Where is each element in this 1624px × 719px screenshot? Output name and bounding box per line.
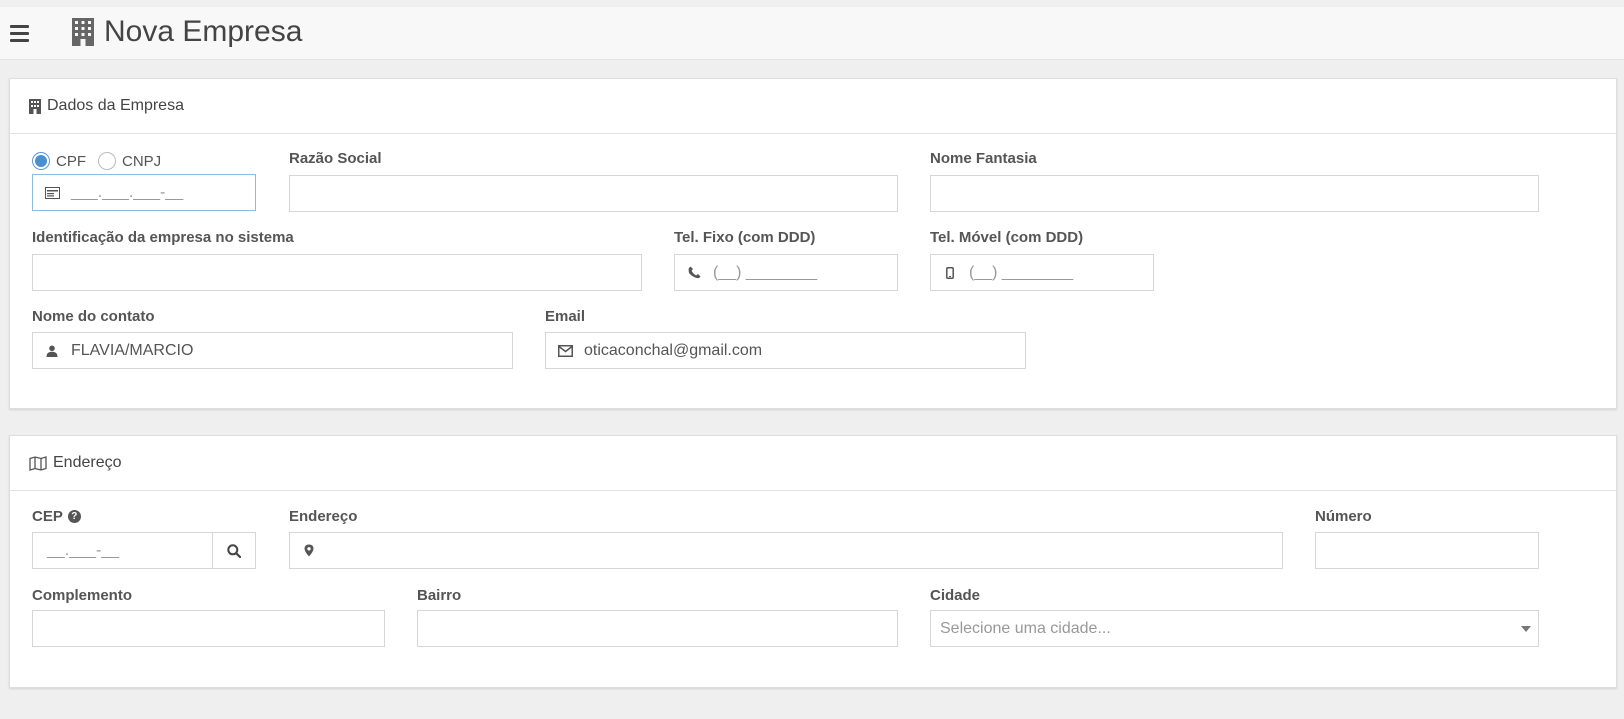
cidade-label: Cidade [930,587,981,604]
id-card-icon [33,186,71,199]
map-icon [29,455,47,471]
help-icon[interactable]: ? [67,510,81,523]
tel-fixo-input[interactable]: (__) ________ [674,254,898,291]
cep-input[interactable]: __.___-__ [32,532,256,569]
complemento-label: Complemento [32,587,133,604]
panel-title: Endereço [53,454,122,471]
search-icon [227,543,241,558]
numero-input[interactable] [1315,532,1539,569]
email-label: Email [545,308,586,325]
top-bar: Nova Empresa [0,7,1624,60]
nome-contato-label: Nome do contato [32,308,155,325]
endereco-input[interactable] [289,532,1283,569]
cpf-radio[interactable] [32,152,50,170]
panel-header: Endereço [10,436,1616,491]
building-icon [72,18,94,46]
tel-movel-input[interactable]: (__) ________ [930,254,1154,291]
cep-label-text: CEP [32,508,63,525]
cpf-radio-label: CPF [56,152,86,170]
building-icon [29,98,41,114]
address-panel: Endereço CEP ? __.___-__ Endereço Número… [9,435,1617,688]
panel-title: Dados da Empresa [47,97,184,114]
page-title: Nova Empresa [72,15,302,49]
cep-placeholder: __.___-__ [47,541,120,559]
hamburger-icon[interactable] [10,25,29,42]
cep-label: CEP ? [32,508,81,525]
nome-fantasia-input[interactable] [930,175,1539,212]
identificacao-label: Identificação da empresa no sistema [32,229,294,246]
complemento-input[interactable] [32,610,385,647]
mobile-icon [931,266,969,279]
envelope-icon [546,344,584,357]
razao-social-input[interactable] [289,175,898,212]
numero-label: Número [1315,508,1372,525]
identificacao-input[interactable] [32,254,642,291]
tel-movel-placeholder: (__) ________ [969,263,1074,281]
bairro-input[interactable] [417,610,898,647]
panel-header: Dados da Empresa [10,79,1616,134]
cnpj-radio[interactable] [98,152,116,170]
nome-contato-input[interactable]: FLAVIA/MARCIO [32,332,513,369]
company-data-panel: Dados da Empresa CPF CNPJ ___.___.___-__… [9,78,1617,409]
chevron-down-icon [1521,626,1531,632]
map-marker-icon [290,544,328,557]
bairro-label: Bairro [417,587,462,604]
document-input[interactable]: ___.___.___-__ [32,174,256,211]
tel-fixo-label: Tel. Fixo (com DDD) [674,229,816,246]
razao-social-label: Razão Social [289,150,382,167]
page-title-text: Nova Empresa [104,15,303,48]
email-value: oticaconchal@gmail.com [584,341,763,359]
email-input[interactable]: oticaconchal@gmail.com [545,332,1026,369]
cnpj-radio-label: CNPJ [122,152,162,170]
phone-icon [675,266,713,279]
nome-contato-value: FLAVIA/MARCIO [71,341,194,359]
cidade-select[interactable]: Selecione uma cidade... [930,610,1539,647]
cidade-placeholder: Selecione uma cidade... [940,619,1111,637]
user-icon [33,345,71,357]
endereco-label: Endereço [289,508,358,525]
doc-type-radio-group: CPF CNPJ [32,152,161,170]
tel-movel-label: Tel. Móvel (com DDD) [930,229,1084,246]
nome-fantasia-label: Nome Fantasia [930,150,1037,167]
document-input-placeholder: ___.___.___-__ [71,183,184,201]
cep-search-button[interactable] [212,533,255,568]
tel-fixo-placeholder: (__) ________ [713,263,818,281]
